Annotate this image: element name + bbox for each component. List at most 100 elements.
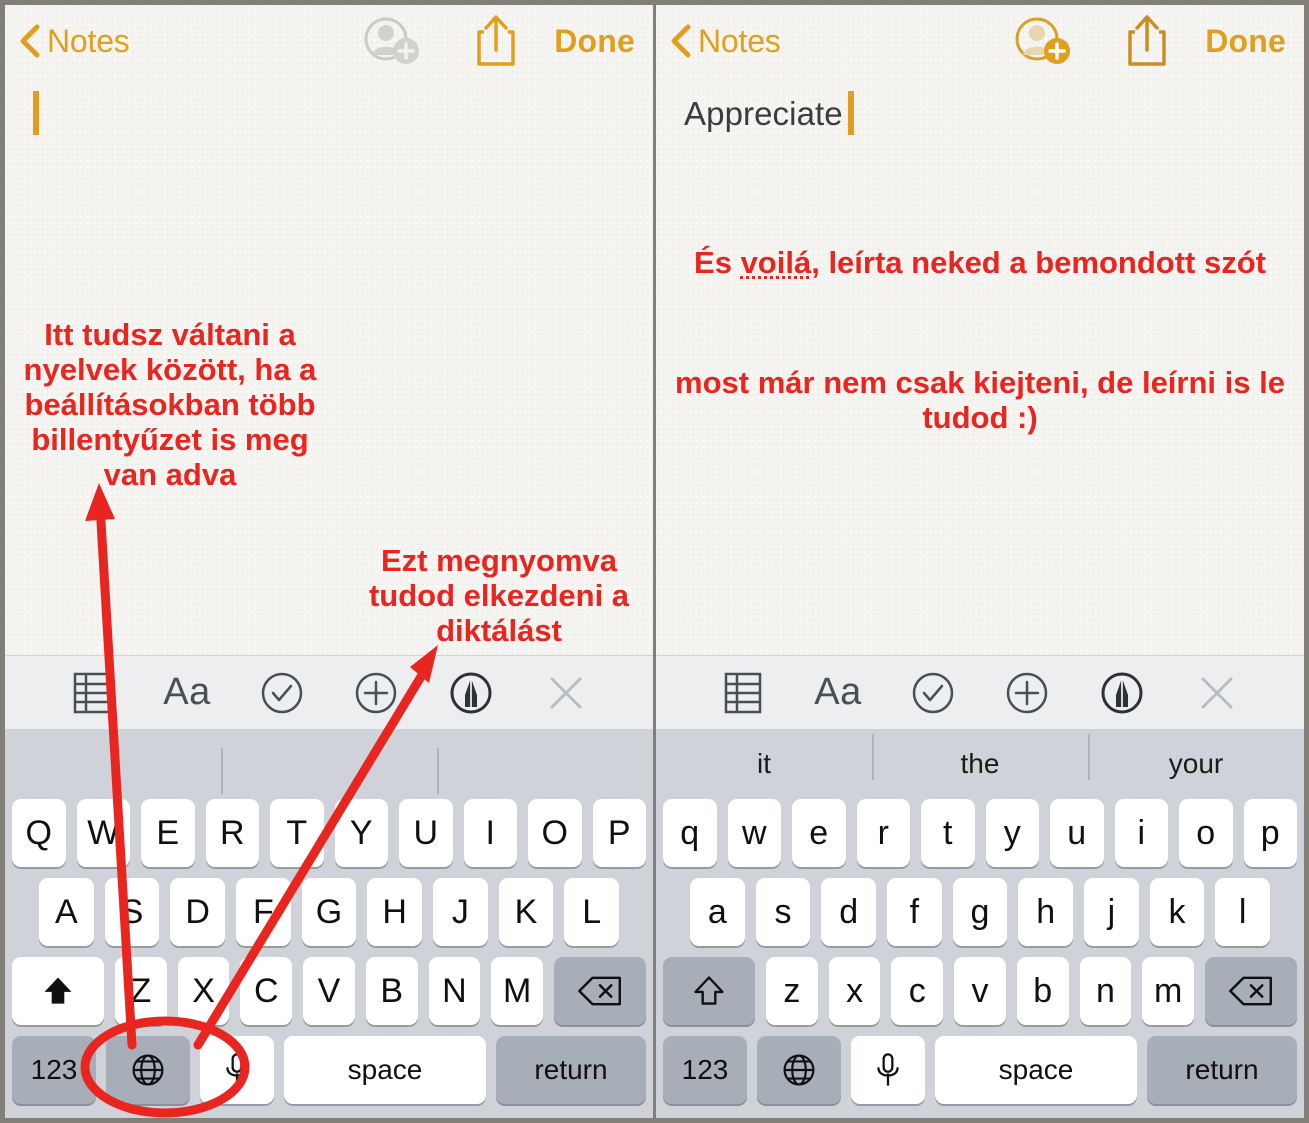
key-l[interactable]: L bbox=[564, 878, 620, 946]
key-j[interactable]: j bbox=[1084, 878, 1139, 946]
key-a[interactable]: A bbox=[38, 878, 94, 946]
key-n[interactable]: n bbox=[1079, 957, 1132, 1025]
key-r[interactable]: R bbox=[205, 799, 259, 867]
add-person-button-right[interactable] bbox=[1013, 15, 1075, 67]
key-m[interactable]: M bbox=[491, 957, 544, 1025]
back-to-notes-button-left[interactable]: Notes bbox=[19, 24, 130, 58]
key-s[interactable]: S bbox=[104, 878, 160, 946]
add-person-button-left[interactable] bbox=[362, 15, 424, 67]
prediction-0-right[interactable]: it bbox=[656, 750, 872, 778]
text-format-button-left[interactable]: Aa bbox=[160, 666, 214, 720]
return-key-left[interactable]: return bbox=[496, 1036, 646, 1104]
return-key-right[interactable]: return bbox=[1147, 1036, 1297, 1104]
key-o[interactable]: o bbox=[1179, 799, 1233, 867]
key-x[interactable]: x bbox=[828, 957, 881, 1025]
numbers-key-left[interactable]: 123 bbox=[12, 1036, 96, 1104]
key-w[interactable]: W bbox=[76, 799, 130, 867]
markup-button-left[interactable] bbox=[444, 666, 498, 720]
key-p[interactable]: P bbox=[592, 799, 646, 867]
shift-key-left[interactable] bbox=[11, 957, 104, 1025]
key-e[interactable]: E bbox=[141, 799, 195, 867]
numbers-key-right[interactable]: 123 bbox=[663, 1036, 747, 1104]
close-keyboard-button-right[interactable] bbox=[1190, 666, 1244, 720]
key-g[interactable]: G bbox=[301, 878, 357, 946]
prediction-1-right[interactable]: the bbox=[872, 734, 1088, 780]
key-z[interactable]: Z bbox=[114, 957, 167, 1025]
table-button-right[interactable] bbox=[716, 666, 770, 720]
key-o[interactable]: O bbox=[528, 799, 582, 867]
key-v[interactable]: V bbox=[303, 957, 355, 1025]
share-button-left[interactable] bbox=[474, 14, 518, 68]
key-c[interactable]: c bbox=[891, 957, 944, 1025]
key-t[interactable]: t bbox=[921, 799, 975, 867]
globe-key-right[interactable] bbox=[757, 1036, 841, 1104]
key-f[interactable]: F bbox=[236, 878, 291, 946]
close-keyboard-button-left[interactable] bbox=[539, 666, 593, 720]
key-j[interactable]: J bbox=[433, 878, 488, 946]
backspace-key-left[interactable] bbox=[554, 957, 647, 1025]
key-i[interactable]: i bbox=[1114, 799, 1168, 867]
prediction-bar-right: it the your bbox=[656, 729, 1304, 799]
key-m[interactable]: m bbox=[1142, 957, 1195, 1025]
key-g[interactable]: g bbox=[952, 878, 1008, 946]
text-format-button-right[interactable]: Aa bbox=[811, 666, 865, 720]
key-z[interactable]: z bbox=[765, 957, 818, 1025]
backspace-key-right[interactable] bbox=[1205, 957, 1298, 1025]
add-attachment-button-left[interactable] bbox=[349, 666, 403, 720]
note-editor-right[interactable]: Appreciate És voilá, leírta neked a bemo… bbox=[656, 77, 1304, 655]
share-button-right[interactable] bbox=[1125, 14, 1169, 68]
note-editor-left[interactable]: Itt tudsz váltani a nyelvek között, ha a… bbox=[5, 77, 653, 655]
key-v[interactable]: v bbox=[954, 957, 1006, 1025]
markup-button-right[interactable] bbox=[1095, 666, 1149, 720]
key-h[interactable]: H bbox=[367, 878, 423, 946]
key-u[interactable]: u bbox=[1050, 799, 1104, 867]
annotation-dictation-start: Ezt megnyomva tudod elkezdeni a diktálás… bbox=[368, 543, 630, 649]
prediction-2-right[interactable]: your bbox=[1088, 734, 1304, 780]
key-row-1-left: Q W E R T Y U I O P bbox=[5, 799, 653, 867]
key-f[interactable]: f bbox=[887, 878, 942, 946]
key-k[interactable]: k bbox=[1149, 878, 1205, 946]
key-x[interactable]: X bbox=[177, 957, 230, 1025]
add-attachment-button-right[interactable] bbox=[1000, 666, 1054, 720]
key-d[interactable]: D bbox=[170, 878, 225, 946]
key-i[interactable]: I bbox=[463, 799, 517, 867]
key-h[interactable]: h bbox=[1018, 878, 1074, 946]
globe-key-left[interactable] bbox=[106, 1036, 190, 1104]
prediction-bar-left bbox=[5, 729, 653, 799]
key-c[interactable]: C bbox=[240, 957, 293, 1025]
key-l[interactable]: l bbox=[1215, 878, 1271, 946]
markup-pen-icon bbox=[1101, 672, 1143, 713]
key-b[interactable]: b bbox=[1016, 957, 1069, 1025]
checklist-button-right[interactable] bbox=[906, 666, 960, 720]
key-e[interactable]: e bbox=[792, 799, 846, 867]
table-button-left[interactable] bbox=[65, 666, 119, 720]
key-s[interactable]: s bbox=[755, 878, 811, 946]
key-q[interactable]: q bbox=[663, 799, 717, 867]
back-to-notes-button-right[interactable]: Notes bbox=[670, 24, 781, 58]
key-y[interactable]: Y bbox=[334, 799, 388, 867]
dictation-key-left[interactable] bbox=[200, 1036, 274, 1104]
key-p[interactable]: p bbox=[1243, 799, 1297, 867]
key-q[interactable]: Q bbox=[12, 799, 66, 867]
shift-key-right[interactable] bbox=[662, 957, 755, 1025]
space-key-left[interactable]: space bbox=[284, 1036, 486, 1104]
key-y[interactable]: y bbox=[985, 799, 1039, 867]
plus-circle-icon bbox=[356, 672, 397, 713]
add-person-icon bbox=[1015, 17, 1071, 64]
key-a[interactable]: a bbox=[689, 878, 745, 946]
done-button-left[interactable]: Done bbox=[554, 25, 635, 57]
table-icon bbox=[725, 672, 762, 713]
key-t[interactable]: T bbox=[270, 799, 324, 867]
done-button-right[interactable]: Done bbox=[1205, 25, 1286, 57]
key-u[interactable]: U bbox=[399, 799, 453, 867]
key-k[interactable]: K bbox=[498, 878, 554, 946]
dictation-key-right[interactable] bbox=[851, 1036, 925, 1104]
key-b[interactable]: B bbox=[365, 957, 418, 1025]
key-r[interactable]: r bbox=[856, 799, 910, 867]
key-d[interactable]: d bbox=[821, 878, 876, 946]
format-toolbar-left: Aa bbox=[5, 655, 653, 729]
space-key-right[interactable]: space bbox=[935, 1036, 1137, 1104]
key-n[interactable]: N bbox=[428, 957, 481, 1025]
key-w[interactable]: w bbox=[727, 799, 781, 867]
checklist-button-left[interactable] bbox=[255, 666, 309, 720]
